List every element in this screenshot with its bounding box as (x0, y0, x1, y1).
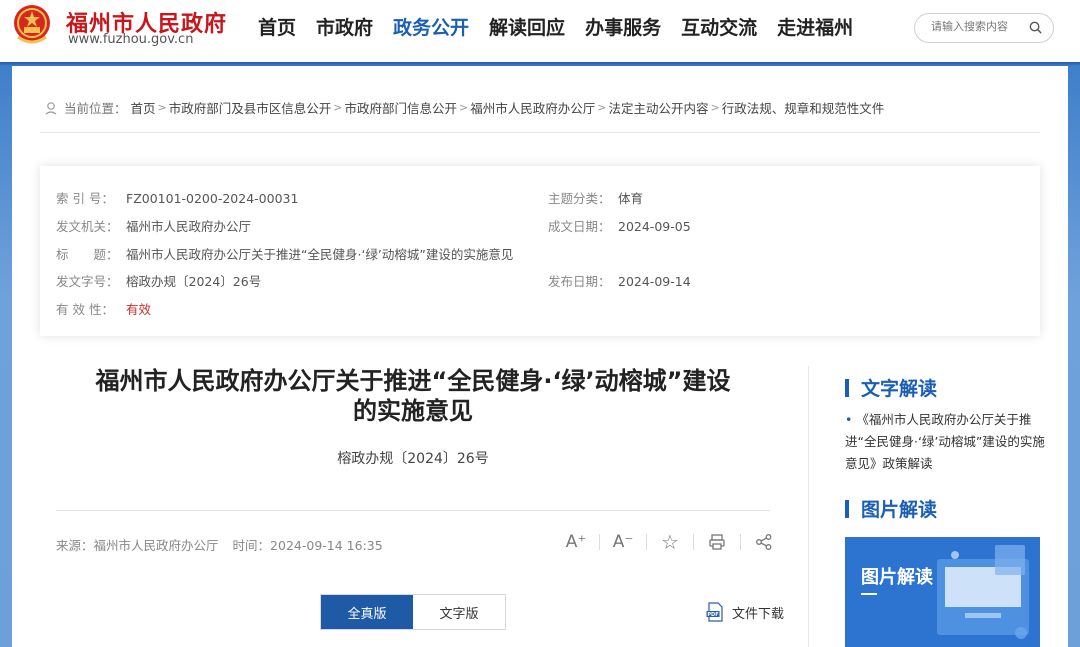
site-url: www.fuzhou.gov.cn (68, 32, 194, 47)
info-validity-row: 有 效 性： 有效 (56, 299, 151, 318)
policy-interpretation-text: 《福州市人民政府办公厅关于推进“全民健身·‘绿’动榕城”建设的实施意见》政策解读 (845, 412, 1045, 471)
time-value: 2024-09-14 16:35 (270, 538, 383, 553)
info-published-date-value: 2024-09-14 (618, 274, 691, 289)
divider (40, 132, 1040, 133)
search-icon[interactable] (1028, 20, 1043, 35)
breadcrumb-separator: > (710, 101, 720, 114)
toolbar-separator (646, 534, 647, 550)
breadcrumb-label: 当前位置： (64, 101, 127, 116)
text-interpretation-heading: 文字解读 (845, 374, 937, 401)
breadcrumb-separator: > (157, 101, 167, 114)
font-increase-icon[interactable]: A⁺ (565, 531, 587, 553)
policy-interpretation-link[interactable]: • 《福州市人民政府办公厅关于推进“全民健身·‘绿’动榕城”建设的实施意见》政策解… (845, 409, 1045, 475)
info-title-value: 福州市人民政府办公厅关于推进“全民健身·‘绿’动榕城”建设的实施意见 (126, 247, 514, 262)
pdf-icon: PDF (706, 602, 723, 622)
heading-bar (845, 499, 849, 518)
info-title-row: 标 题： 福州市人民政府办公厅关于推进“全民健身·‘绿’动榕城”建设的实施意见 (56, 244, 513, 263)
nav-item-interpretation[interactable]: 解读回应 (489, 13, 565, 40)
breadcrumb-item[interactable]: 首页 (131, 98, 156, 117)
breadcrumb-separator: > (459, 101, 469, 114)
info-published-date-label: 发布日期： (548, 274, 611, 289)
breadcrumb-item[interactable]: 市政府部门及县市区信息公开 (169, 98, 332, 117)
star-icon[interactable]: ☆ (659, 530, 681, 554)
article-title-line1: 福州市人民政府办公厅关于推进“全民健身·‘绿’动榕城”建设 (95, 367, 731, 395)
nav-item-government[interactable]: 市政府 (316, 13, 373, 40)
location-icon (45, 101, 57, 114)
info-index-value: FZ00101-0200-2024-00031 (126, 191, 299, 206)
document-info-box: 索 引 号： FZ00101-0200-2024-00031 主题分类： 体育 发文… (40, 166, 1040, 336)
info-topic-label: 主题分类： (548, 191, 611, 206)
info-index-row: 索 引 号： FZ00101-0200-2024-00031 (56, 188, 298, 207)
nav-item-services[interactable]: 办事服务 (585, 13, 661, 40)
document-number: 榕政办规〔2024〕26号 (337, 451, 489, 467)
breadcrumb-separator: > (333, 101, 343, 114)
info-issuer-value: 福州市人民政府办公厅 (126, 219, 252, 234)
info-docno-value: 榕政办规〔2024〕26号 (126, 274, 262, 289)
info-docno-row: 发文字号： 榕政办规〔2024〕26号 (56, 271, 261, 290)
time-label: 时间： (232, 538, 271, 553)
info-written-date-row: 成文日期： 2024-09-05 (548, 216, 691, 235)
share-icon-graphic (756, 534, 772, 550)
full-version-button[interactable]: 全真版 (321, 595, 413, 629)
breadcrumb-item[interactable]: 行政法规、规章和规范性文件 (722, 98, 885, 117)
article-meta: 来源：福州市人民政府办公厅 时间：2024-09-14 16:35 (56, 535, 383, 554)
nav-item-home[interactable]: 首页 (258, 13, 296, 40)
nav-item-interaction[interactable]: 互动交流 (681, 13, 757, 40)
card-illustration (845, 537, 1040, 647)
article-title-line2: 的实施意见 (353, 397, 473, 425)
info-issuer-label: 发文机关： (56, 219, 119, 234)
info-title-label: 标 题： (56, 247, 119, 262)
info-docno-label: 发文字号： (56, 274, 119, 289)
breadcrumb-item[interactable]: 福州市人民政府办公厅 (470, 98, 595, 117)
info-topic-row: 主题分类： 体育 (548, 188, 643, 207)
bullet-icon: • (845, 412, 853, 427)
breadcrumb: 当前位置： 首页 > 市政府部门及县市区信息公开 > 市政府部门信息公开 > 福州市人… (44, 98, 884, 117)
breadcrumb-item[interactable]: 市政府部门信息公开 (344, 98, 457, 117)
picture-interpretation-title: 图片解读 (861, 499, 938, 521)
text-version-button[interactable]: 文字版 (413, 595, 505, 629)
breadcrumb-item[interactable]: 法定主动公开内容 (608, 98, 708, 117)
picture-interpretation-heading: 图片解读 (845, 495, 937, 522)
source-value: 福州市人民政府办公厅 (93, 538, 219, 553)
file-download-link[interactable]: PDF 文件下载 (706, 602, 784, 622)
search-input[interactable] (929, 19, 1029, 34)
toolbar-separator (740, 534, 741, 550)
article-title: 福州市人民政府办公厅关于推进“全民健身·‘绿’动榕城”建设 的实施意见 (40, 366, 786, 426)
divider (56, 510, 770, 511)
toolbar-separator (693, 534, 694, 550)
main-nav: 首页 市政府 政务公开 解读回应 办事服务 互动交流 走进福州 (258, 13, 873, 40)
info-validity-value: 有效 (126, 302, 152, 317)
info-issuer-row: 发文机关： 福州市人民政府办公厅 (56, 216, 251, 235)
share-icon[interactable] (753, 531, 775, 553)
svg-text:PDF: PDF (707, 612, 718, 618)
font-decrease-icon[interactable]: A⁻ (612, 531, 634, 553)
picture-card-underline (861, 593, 877, 595)
toolbar-separator (599, 534, 600, 550)
print-icon-graphic (709, 534, 725, 550)
info-written-date-label: 成文日期： (548, 219, 611, 234)
info-topic-value: 体育 (618, 191, 644, 206)
view-mode-toggle: 全真版 文字版 (320, 594, 506, 630)
search-box (914, 13, 1054, 43)
info-published-date-row: 发布日期： 2024-09-14 (548, 271, 691, 290)
download-label: 文件下载 (732, 606, 785, 622)
sidebar-divider (808, 366, 809, 647)
breadcrumb-separator: > (597, 101, 607, 114)
site-header: 福州市人民政府 www.fuzhou.gov.cn 首页 市政府 政务公开 解读… (0, 0, 1080, 62)
info-index-label: 索 引 号： (56, 191, 114, 206)
national-emblem-icon[interactable] (12, 3, 52, 47)
info-written-date-value: 2024-09-05 (618, 219, 691, 234)
info-validity-label: 有 效 性： (56, 302, 114, 317)
heading-bar (845, 378, 849, 397)
picture-card-label: 图片解读 (861, 567, 933, 588)
source-label: 来源： (56, 538, 94, 553)
text-interpretation-title: 文字解读 (861, 378, 938, 400)
nav-item-about-fuzhou[interactable]: 走进福州 (777, 13, 853, 40)
article-toolbar: A⁺ A⁻ ☆ (565, 530, 775, 554)
nav-item-open-affairs[interactable]: 政务公开 (393, 13, 469, 40)
print-icon[interactable] (706, 531, 728, 553)
picture-interpretation-card[interactable]: 图片解读 (845, 537, 1040, 647)
